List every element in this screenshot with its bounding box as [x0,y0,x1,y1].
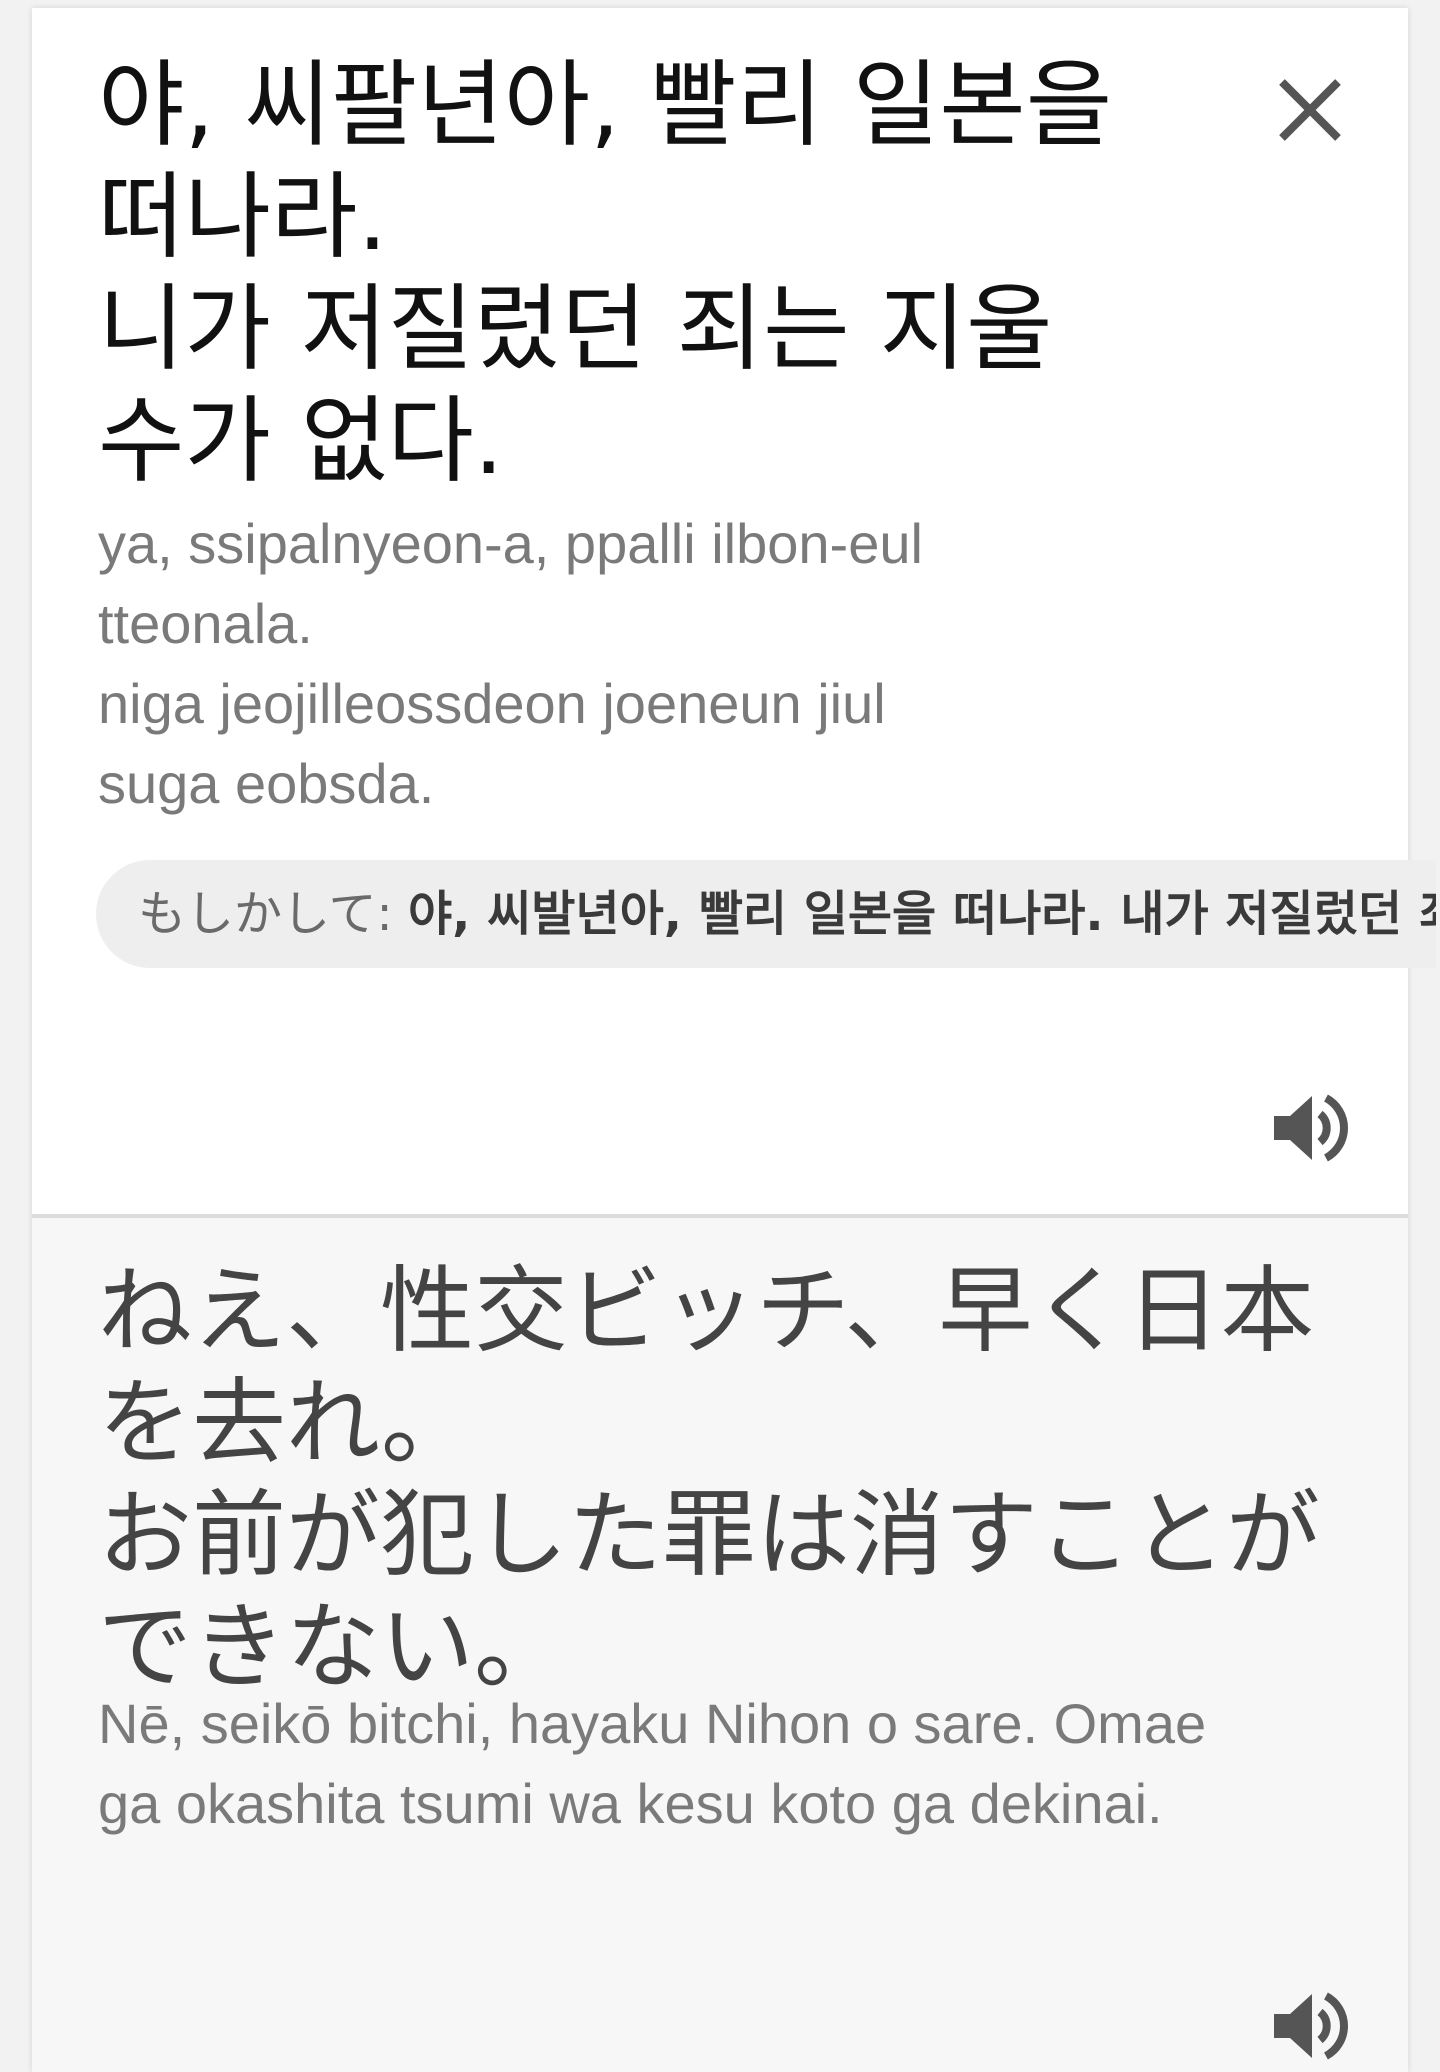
romanization-line: suga eobsda. [98,752,435,815]
translation-card: 야, 씨팔년아, 빨리 일본을 떠나라. 니가 저질렀던 죄는 지울 수가 없다… [32,8,1436,2072]
close-button[interactable] [1268,68,1352,152]
did-you-mean-chip[interactable]: もしかして: 야, 씨발년아, 빨리 일본을 떠나라. 내가 저질렀던 죄는 지… [96,860,1436,968]
translated-text[interactable]: ねえ、性交ビッチ、早く日本 を去れ。 お前が犯した罪は消すことが できない。 [98,1256,1388,1704]
did-you-mean-label: もしかして: [138,886,408,942]
speaker-icon [1274,1992,1348,2060]
source-text-line: 니가 저질렀던 죄는 지울 [98,275,1053,384]
translated-text-line: ねえ、性交ビッチ、早く日本 [98,1257,1315,1366]
source-text-line: 야, 씨팔년아, 빨리 일본을 [98,51,1113,160]
source-text-line: 떠나라. [98,163,388,272]
translated-text-line: を去れ。 [98,1369,475,1478]
did-you-mean-content: もしかして: 야, 씨발년아, 빨리 일본을 떠나라. 내가 저질렀던 죄는 지… [138,860,1436,968]
translation-romanization: Nē, seikō bitchi, hayaku Nihon o sare. O… [98,1684,1388,1844]
romanization-line: ga okashita tsumi wa kesu koto ga dekina… [98,1772,1163,1835]
translation-listen-button[interactable] [1268,1984,1352,2068]
source-text[interactable]: 야, 씨팔년아, 빨리 일본을 떠나라. 니가 저질렀던 죄는 지울 수가 없다… [98,50,1198,498]
source-text-line: 수가 없다. [98,387,504,496]
romanization-line: Nē, seikō bitchi, hayaku Nihon o sare. O… [98,1692,1207,1755]
translated-text-line: お前が犯した罪は消すことが [98,1481,1321,1590]
speaker-icon [1274,1094,1348,1162]
close-icon [1279,79,1341,141]
romanization-line: niga jeojilleossdeon joeneun jiul [98,672,886,735]
romanization-line: ya, ssipalnyeon-a, ppalli ilbon-eul [98,512,923,575]
did-you-mean-suggestion[interactable]: 야, 씨발년아, 빨리 일본을 떠나라. 내가 저질렀던 죄는 지울 수가 없다… [408,886,1436,942]
source-listen-button[interactable] [1268,1086,1352,1170]
source-romanization: ya, ssipalnyeon-a, ppalli ilbon-eul tteo… [98,504,1198,824]
source-panel: 야, 씨팔년아, 빨리 일본을 떠나라. 니가 저질렀던 죄는 지울 수가 없다… [32,8,1436,1214]
translation-panel: ねえ、性交ビッチ、早く日本 を去れ。 お前が犯した罪は消すことが できない。 N… [32,1218,1408,2072]
romanization-line: tteonala. [98,592,313,655]
